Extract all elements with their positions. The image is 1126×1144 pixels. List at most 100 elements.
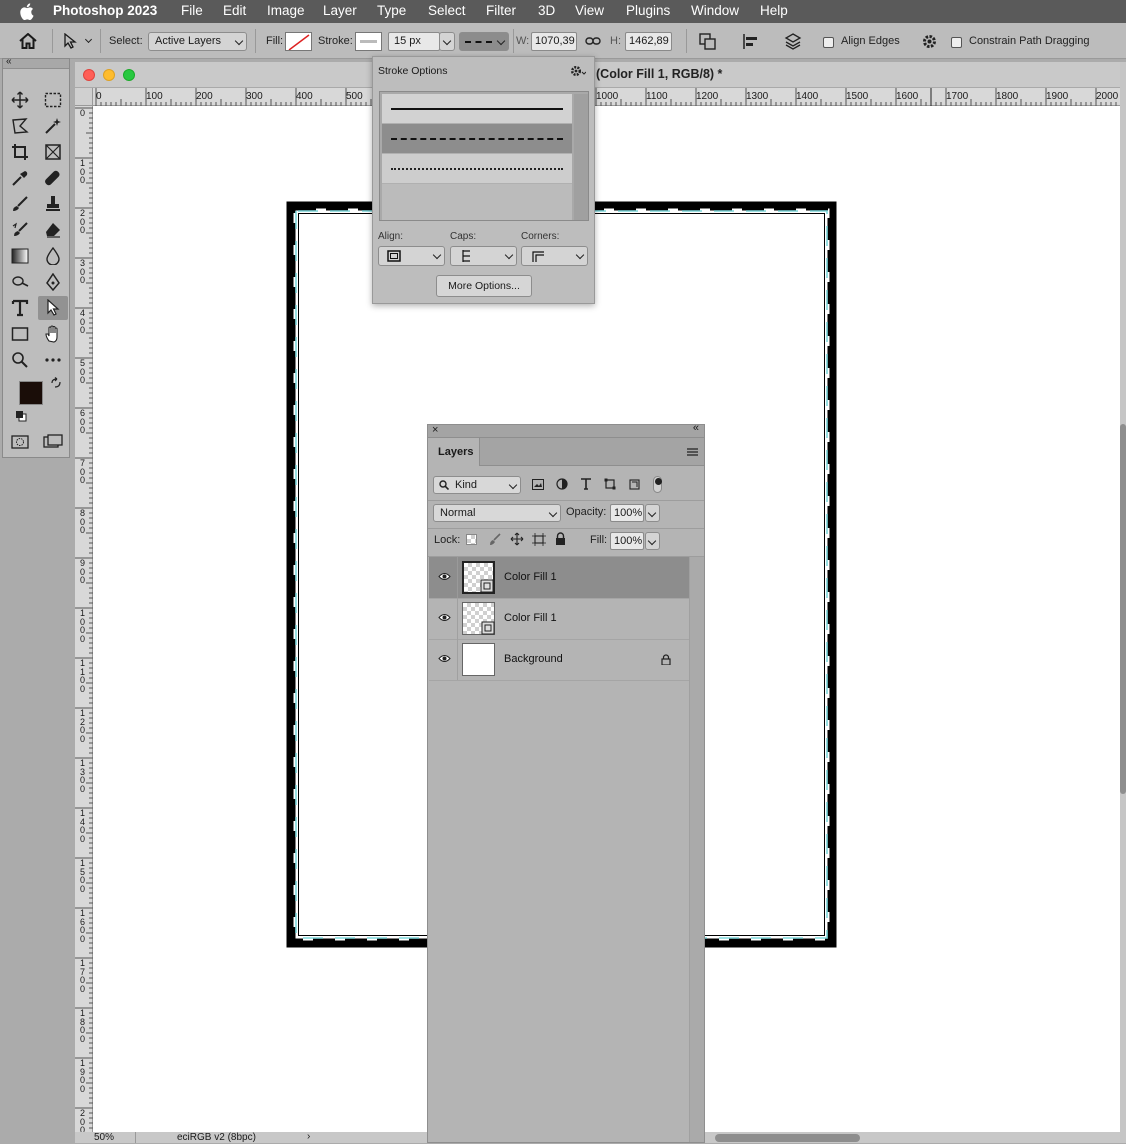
layer-name[interactable]: Color Fill 1: [504, 612, 557, 624]
pen-tool[interactable]: [40, 270, 66, 294]
lock-position-move-icon[interactable]: [510, 532, 524, 546]
stroke-width-dropdown[interactable]: [439, 32, 455, 51]
zoom-window-button[interactable]: [123, 69, 135, 81]
clone-stamp-tool[interactable]: [40, 192, 66, 216]
menu-layer[interactable]: Layer: [323, 3, 357, 18]
frame-tool[interactable]: [40, 140, 66, 164]
status-menu-chevron-icon[interactable]: ›: [307, 1131, 310, 1142]
stroke-style-dashed[interactable]: [382, 124, 572, 154]
stroke-width-input[interactable]: 15 px: [388, 32, 440, 51]
layer-thumbnail[interactable]: [462, 561, 495, 594]
eyedropper-tool[interactable]: [7, 166, 33, 190]
align-dropdown[interactable]: [378, 246, 445, 266]
eraser-tool[interactable]: [40, 218, 66, 242]
menu-help[interactable]: Help: [760, 3, 788, 18]
home-icon[interactable]: [19, 33, 37, 49]
stroke-swatch[interactable]: [355, 32, 382, 51]
height-input[interactable]: 1462,89: [625, 32, 672, 51]
lasso-tool[interactable]: [7, 114, 33, 138]
corners-dropdown[interactable]: [521, 246, 588, 266]
swap-colors-icon[interactable]: [50, 377, 62, 389]
scrollbar-thumb[interactable]: [1120, 424, 1126, 794]
tools-panel-header[interactable]: «: [3, 56, 69, 69]
path-operations-icon[interactable]: [699, 33, 716, 50]
stroke-style-solid[interactable]: [382, 94, 572, 124]
zoom-tool[interactable]: [7, 348, 33, 372]
constrain-path-checkbox[interactable]: [951, 37, 962, 48]
collapse-icon[interactable]: «: [6, 56, 12, 67]
layer-thumbnail[interactable]: [462, 602, 495, 635]
stroke-type-dropdown[interactable]: [459, 32, 509, 51]
layer-thumbnail[interactable]: [462, 643, 495, 676]
layer-row-color-fill-1[interactable]: Color Fill 1: [429, 557, 689, 599]
type-layer-filter-icon[interactable]: [580, 478, 592, 490]
direct-selection-tool[interactable]: [38, 296, 68, 320]
pixel-layer-filter-icon[interactable]: [532, 479, 544, 490]
adjustment-layer-filter-icon[interactable]: [556, 478, 568, 490]
horizontal-ruler[interactable]: 0 100 200 300 400 500 1000 1100 1200 130…: [93, 88, 1120, 106]
menu-image[interactable]: Image: [267, 3, 305, 18]
menu-edit[interactable]: Edit: [223, 3, 246, 18]
lock-all-icon[interactable]: [555, 532, 566, 545]
marquee-tool[interactable]: [40, 88, 66, 112]
stroke-list-scrollbar[interactable]: [574, 94, 588, 220]
path-selection-icon[interactable]: [63, 33, 77, 49]
shape-layer-filter-icon[interactable]: [604, 478, 616, 490]
close-icon[interactable]: ×: [432, 424, 438, 436]
eye-icon[interactable]: [438, 654, 451, 663]
layers-scrollbar[interactable]: [689, 557, 704, 1142]
blend-mode-dropdown[interactable]: Normal: [433, 504, 561, 522]
width-input[interactable]: 1070,39: [531, 32, 577, 51]
history-brush-tool[interactable]: [7, 218, 33, 242]
menu-window[interactable]: Window: [691, 3, 739, 18]
layer-name[interactable]: Color Fill 1: [504, 571, 557, 583]
path-alignment-icon[interactable]: [742, 33, 759, 50]
tab-layers[interactable]: Layers: [428, 438, 480, 466]
minimize-window-button[interactable]: [103, 69, 115, 81]
brush-tool[interactable]: [7, 192, 33, 216]
opacity-slider-button[interactable]: [645, 504, 660, 522]
fill-slider-button[interactable]: [645, 532, 660, 550]
collapse-icon[interactable]: «: [693, 422, 699, 434]
menu-file[interactable]: File: [181, 3, 203, 18]
opacity-input[interactable]: 100%: [610, 504, 644, 522]
foreground-color-swatch[interactable]: [19, 381, 43, 405]
hand-tool[interactable]: [40, 322, 66, 346]
lock-transparent-icon[interactable]: [466, 534, 477, 545]
fill-swatch[interactable]: [285, 32, 312, 51]
quick-mask-icon[interactable]: [11, 435, 29, 449]
link-icon[interactable]: [585, 35, 601, 47]
stroke-style-dotted[interactable]: [382, 154, 572, 184]
vertical-ruler[interactable]: 0 100 200 300 400 500 600 700 800 900 1000 1100 1200…: [75, 106, 93, 1143]
align-edges-checkbox[interactable]: [823, 37, 834, 48]
layers-panel-header[interactable]: × «: [428, 422, 704, 438]
filter-kind-dropdown[interactable]: Kind: [433, 476, 521, 494]
menu-filter[interactable]: Filter: [486, 3, 516, 18]
horizontal-scrollbar-thumb[interactable]: [715, 1134, 860, 1142]
tool-preset-chevron-icon[interactable]: [84, 35, 93, 44]
layer-row-color-fill-1[interactable]: Color Fill 1: [429, 598, 689, 640]
move-tool[interactable]: [7, 88, 33, 112]
smart-object-filter-icon[interactable]: [628, 478, 640, 490]
zoom-level[interactable]: 50%: [94, 1132, 114, 1143]
panel-menu-icon[interactable]: [687, 448, 698, 456]
apple-icon[interactable]: [19, 3, 34, 20]
eye-icon[interactable]: [438, 613, 451, 622]
screen-mode-icon[interactable]: [43, 434, 63, 450]
menu-type[interactable]: Type: [377, 3, 406, 18]
default-colors-icon[interactable]: [15, 410, 27, 422]
close-window-button[interactable]: [83, 69, 95, 81]
more-options-button[interactable]: More Options...: [436, 275, 532, 297]
menu-plugins[interactable]: Plugins: [626, 3, 670, 18]
more-tools[interactable]: [40, 348, 66, 372]
healing-brush-tool[interactable]: [40, 166, 66, 190]
menu-view[interactable]: View: [575, 3, 604, 18]
dodge-tool[interactable]: [7, 270, 33, 294]
magic-wand-tool[interactable]: [40, 114, 66, 138]
lock-artboard-icon[interactable]: [532, 533, 546, 546]
layer-name[interactable]: Background: [504, 653, 563, 665]
gradient-tool[interactable]: [7, 244, 33, 268]
crop-tool[interactable]: [7, 140, 33, 164]
caps-dropdown[interactable]: [450, 246, 517, 266]
fill-input[interactable]: 100%: [610, 532, 644, 550]
